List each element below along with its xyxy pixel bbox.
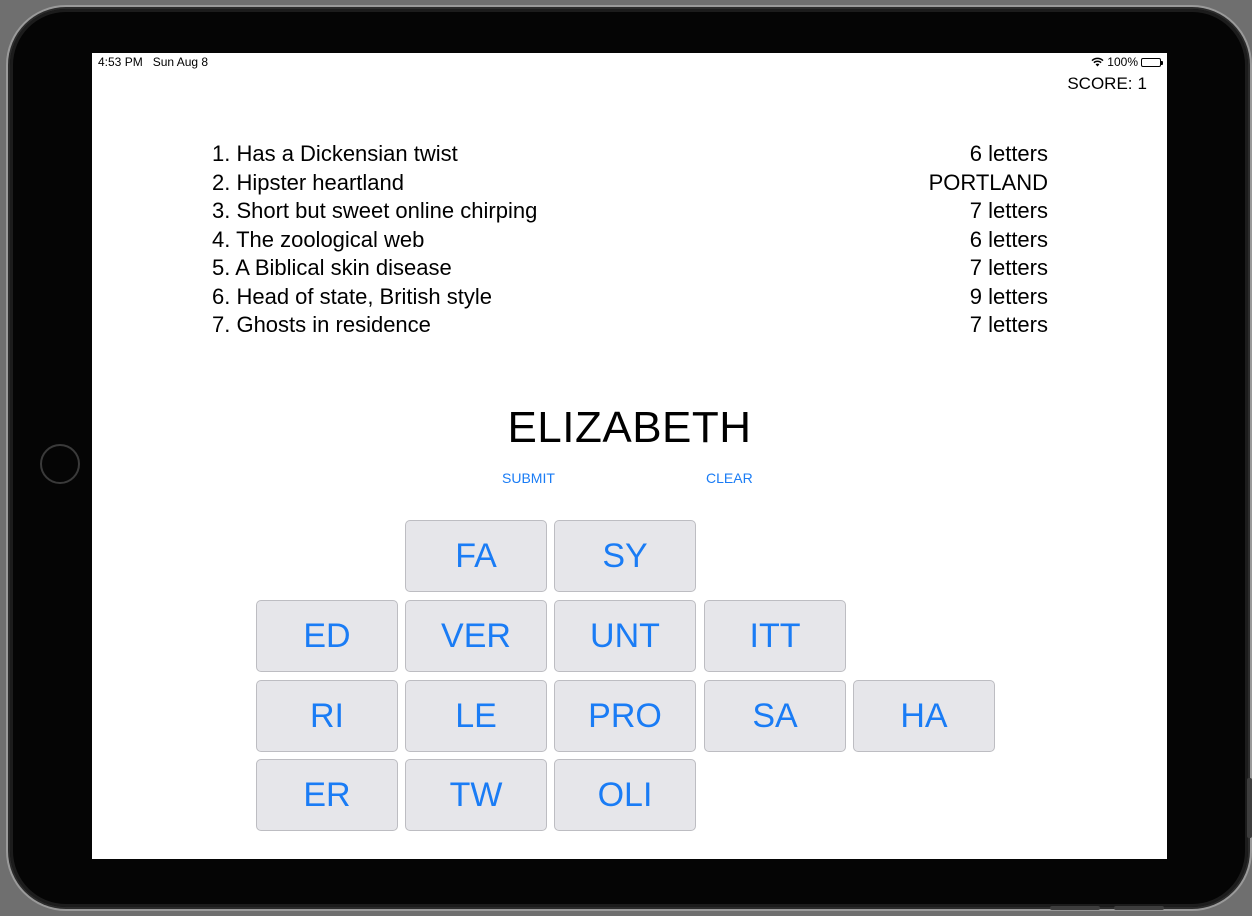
tile-ha[interactable]: HA — [853, 680, 995, 752]
tile-le[interactable]: LE — [405, 680, 547, 752]
clue-text: 4. The zoological web — [212, 226, 425, 252]
clue-hint: 7 letters — [969, 312, 1048, 337]
tile-ri[interactable]: RI — [256, 680, 398, 752]
clue-row: 6. Head of state, British style 9 letter… — [212, 283, 1048, 312]
clue-hint: 7 letters — [969, 255, 1048, 280]
volume-button — [1050, 906, 1100, 910]
tile-itt[interactable]: ITT — [704, 600, 846, 672]
home-button[interactable] — [40, 444, 80, 484]
submit-button[interactable]: SUBMIT — [502, 470, 555, 486]
status-date-label: Sun Aug 8 — [152, 55, 209, 69]
clue-row: 1. Has a Dickensian twist 6 letters — [212, 140, 1048, 169]
battery-icon — [1141, 57, 1163, 67]
tile-sa[interactable]: SA — [704, 680, 846, 752]
clue-text: 3. Short but sweet online chirping — [212, 198, 538, 223]
clue-row: 5. A Biblical skin disease 7 letters — [212, 254, 1048, 283]
tile-tw[interactable]: TW — [405, 759, 547, 831]
clue-hint: 9 letters — [969, 283, 1048, 309]
tile-oli[interactable]: OLI — [554, 759, 696, 831]
clue-hint: 7 letters — [969, 198, 1048, 223]
clue-row: 4. The zoological web 6 letters — [212, 226, 1048, 255]
clue-hint: 6 letters — [969, 226, 1048, 252]
battery-percent: 100% — [1107, 55, 1138, 69]
status-indicators: 100% — [1091, 55, 1163, 69]
tile-ver[interactable]: VER — [405, 600, 547, 672]
tile-er[interactable]: ER — [256, 759, 398, 831]
clue-text: 2. Hipster heartland — [212, 169, 404, 195]
wifi-icon — [1091, 57, 1104, 67]
clue-row: 3. Short but sweet online chirping 7 let… — [212, 197, 1048, 226]
clue-row: 7. Ghosts in residence 7 letters — [212, 311, 1048, 340]
power-button — [1114, 906, 1164, 910]
current-answer: ELIZABETH — [507, 403, 752, 452]
score-display: SCORE: 1 — [1067, 74, 1147, 94]
clue-hint: 6 letters — [969, 141, 1048, 166]
clear-button[interactable]: CLEAR — [706, 470, 753, 486]
side-switch — [1247, 778, 1252, 838]
tile-pro[interactable]: PRO — [554, 680, 696, 752]
tile-fa[interactable]: FA — [405, 520, 547, 592]
score-value: 1 — [1137, 74, 1147, 93]
clue-text: 5. A Biblical skin disease — [212, 255, 452, 280]
app-screen: 4:53 PM Sun Aug 8 100% SCORE: 1 1. Has a… — [92, 53, 1167, 859]
status-time-label: 4:53 PM — [98, 55, 143, 69]
clue-row: 2. Hipster heartland PORTLAND — [212, 169, 1048, 198]
score-label: SCORE: — [1067, 74, 1133, 93]
status-time: 4:53 PM Sun Aug 8 — [98, 55, 208, 69]
clue-text: 6. Head of state, British style — [212, 283, 493, 309]
tile-ed[interactable]: ED — [256, 600, 398, 672]
clue-text: 7. Ghosts in residence — [212, 312, 431, 337]
clue-hint: PORTLAND — [928, 169, 1048, 195]
clue-text: 1. Has a Dickensian twist — [212, 141, 458, 166]
clue-list: 1. Has a Dickensian twist 6 letters 2. H… — [212, 140, 1048, 340]
tile-unt[interactable]: UNT — [554, 600, 696, 672]
tile-sy[interactable]: SY — [554, 520, 696, 592]
